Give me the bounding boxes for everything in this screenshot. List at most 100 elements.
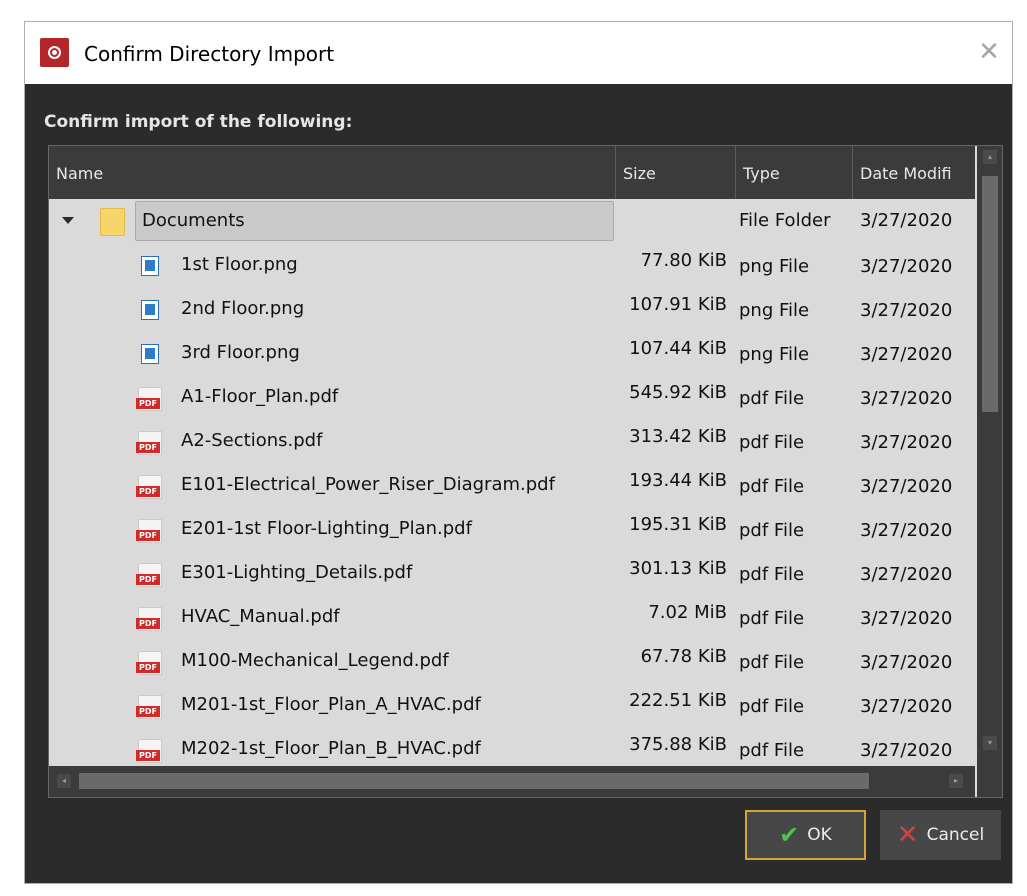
- cancel-x-icon: ✕: [896, 820, 919, 850]
- pdf-file-icon: PDF: [136, 519, 162, 543]
- file-type: png File: [739, 256, 810, 277]
- file-type: pdf File: [739, 696, 805, 717]
- file-name: 1st Floor.png: [181, 254, 298, 275]
- file-size: 195.31 KiB: [629, 514, 727, 535]
- file-row[interactable]: 3rd Floor.png 107.44 KiB png File 3/27/2020: [49, 331, 975, 375]
- scroll-corner: [977, 766, 1002, 797]
- file-name: A2-Sections.pdf: [181, 430, 323, 451]
- column-type[interactable]: Type: [736, 146, 853, 199]
- file-name: M202-1st_Floor_Plan_B_HVAC.pdf: [181, 738, 481, 759]
- file-name: A1-Floor_Plan.pdf: [181, 386, 339, 407]
- folder-icon: [100, 208, 125, 236]
- pdf-label: PDF: [136, 486, 160, 497]
- file-row[interactable]: PDF HVAC_Manual.pdf 7.02 MiB pdf File 3/27/2…: [49, 595, 975, 639]
- file-size: 545.92 KiB: [629, 382, 727, 403]
- file-row[interactable]: 2nd Floor.png 107.91 KiB png File 3/27/2020: [49, 287, 975, 331]
- ok-label: OK: [807, 825, 832, 845]
- pdf-label: PDF: [136, 530, 160, 541]
- file-type: pdf File: [739, 740, 805, 761]
- ok-button[interactable]: ✔ OK: [745, 810, 866, 860]
- column-header: Name Size Type Date Modifi: [49, 146, 975, 199]
- column-size[interactable]: Size: [616, 146, 736, 199]
- pdf-file-icon: PDF: [136, 695, 162, 719]
- folder-name: Documents: [135, 201, 614, 241]
- file-date: 3/27/2020: [860, 696, 953, 717]
- png-file-icon: [141, 344, 159, 364]
- folder-row[interactable]: Documents File Folder 3/27/2020: [49, 199, 975, 243]
- file-row[interactable]: 1st Floor.png 77.80 KiB png File 3/27/2020: [49, 243, 975, 287]
- file-name: E201-1st Floor-Lighting_Plan.pdf: [181, 518, 472, 539]
- check-icon: ✔: [779, 821, 800, 849]
- file-name: E101-Electrical_Power_Riser_Diagram.pdf: [181, 474, 555, 495]
- file-date: 3/27/2020: [860, 476, 953, 497]
- file-list: Name Size Type Date Modifi Documents Fil…: [48, 145, 1003, 798]
- pdf-label: PDF: [136, 398, 160, 409]
- confirm-import-dialog: Confirm Directory Import ✕ Confirm impor…: [24, 21, 1013, 884]
- column-date-modified[interactable]: Date Modifi: [853, 146, 975, 199]
- file-row[interactable]: PDF M202-1st_Floor_Plan_B_HVAC.pdf 375.88 …: [49, 727, 975, 771]
- file-date: 3/27/2020: [860, 520, 953, 541]
- horizontal-scroll-thumb[interactable]: [79, 773, 869, 789]
- png-file-icon: [141, 300, 159, 320]
- file-size: 7.02 MiB: [648, 602, 727, 623]
- confirm-heading: Confirm import of the following:: [44, 112, 353, 132]
- window-title: Confirm Directory Import: [84, 42, 335, 66]
- file-name: 3rd Floor.png: [181, 342, 300, 363]
- file-date: 3/27/2020: [860, 564, 953, 585]
- file-row[interactable]: PDF A2-Sections.pdf 313.42 KiB pdf File 3/27…: [49, 419, 975, 463]
- file-size: 301.13 KiB: [629, 558, 727, 579]
- app-logo-icon: [40, 38, 69, 67]
- pdf-label: PDF: [136, 442, 160, 453]
- file-size: 313.42 KiB: [629, 426, 727, 447]
- pdf-file-icon: PDF: [136, 475, 162, 499]
- scroll-left-icon[interactable]: ◂: [57, 774, 71, 788]
- file-name: 2nd Floor.png: [181, 298, 305, 319]
- file-date: 3/27/2020: [860, 432, 953, 453]
- vertical-scrollbar[interactable]: ▴ ▾: [977, 146, 1002, 766]
- file-size: 107.91 KiB: [629, 294, 727, 315]
- pdf-file-icon: PDF: [136, 739, 162, 763]
- file-date: 3/27/2020: [860, 344, 953, 365]
- file-row[interactable]: PDF E201-1st Floor-Lighting_Plan.pdf 195.3…: [49, 507, 975, 551]
- file-row[interactable]: PDF E101-Electrical_Power_Riser_Diagram.p…: [49, 463, 975, 507]
- cancel-button[interactable]: ✕ Cancel: [880, 810, 1001, 860]
- file-type: pdf File: [739, 520, 805, 541]
- file-size: 107.44 KiB: [629, 338, 727, 359]
- expand-caret-icon[interactable]: [62, 217, 74, 224]
- title-bar: Confirm Directory Import ✕: [25, 22, 1012, 84]
- file-date: 3/27/2020: [860, 256, 953, 277]
- file-date: 3/27/2020: [860, 652, 953, 673]
- file-type: pdf File: [739, 608, 805, 629]
- file-row[interactable]: PDF A1-Floor_Plan.pdf 545.92 KiB pdf File 3/…: [49, 375, 975, 419]
- file-name: HVAC_Manual.pdf: [181, 606, 340, 627]
- file-size: 77.80 KiB: [640, 250, 727, 271]
- file-row[interactable]: PDF E301-Lighting_Details.pdf 301.13 KiB pd…: [49, 551, 975, 595]
- file-name: M201-1st_Floor_Plan_A_HVAC.pdf: [181, 694, 481, 715]
- file-type: pdf File: [739, 476, 805, 497]
- file-row[interactable]: PDF M201-1st_Floor_Plan_A_HVAC.pdf 222.51 …: [49, 683, 975, 727]
- file-row[interactable]: PDF M100-Mechanical_Legend.pdf 67.78 KiB pd…: [49, 639, 975, 683]
- file-type: pdf File: [739, 388, 805, 409]
- vertical-scroll-thumb[interactable]: [982, 176, 998, 412]
- cancel-label: Cancel: [926, 825, 985, 845]
- pdf-file-icon: PDF: [136, 607, 162, 631]
- pdf-file-icon: PDF: [136, 651, 162, 675]
- column-name[interactable]: Name: [49, 146, 616, 199]
- file-size: 193.44 KiB: [629, 470, 727, 491]
- close-icon[interactable]: ✕: [977, 39, 1001, 65]
- horizontal-scrollbar[interactable]: ◂ ▸: [49, 766, 975, 797]
- folder-date: 3/27/2020: [860, 210, 953, 231]
- scroll-down-icon[interactable]: ▾: [983, 736, 997, 750]
- pdf-file-icon: PDF: [136, 431, 162, 455]
- file-type: pdf File: [739, 564, 805, 585]
- file-name: M100-Mechanical_Legend.pdf: [181, 650, 449, 671]
- pdf-label: PDF: [136, 706, 160, 717]
- file-type: pdf File: [739, 652, 805, 673]
- pdf-label: PDF: [136, 574, 160, 585]
- file-date: 3/27/2020: [860, 740, 953, 761]
- file-size: 67.78 KiB: [640, 646, 727, 667]
- scroll-up-icon[interactable]: ▴: [983, 150, 997, 164]
- pdf-label: PDF: [136, 618, 160, 629]
- scroll-right-icon[interactable]: ▸: [949, 774, 963, 788]
- pdf-file-icon: PDF: [136, 387, 162, 411]
